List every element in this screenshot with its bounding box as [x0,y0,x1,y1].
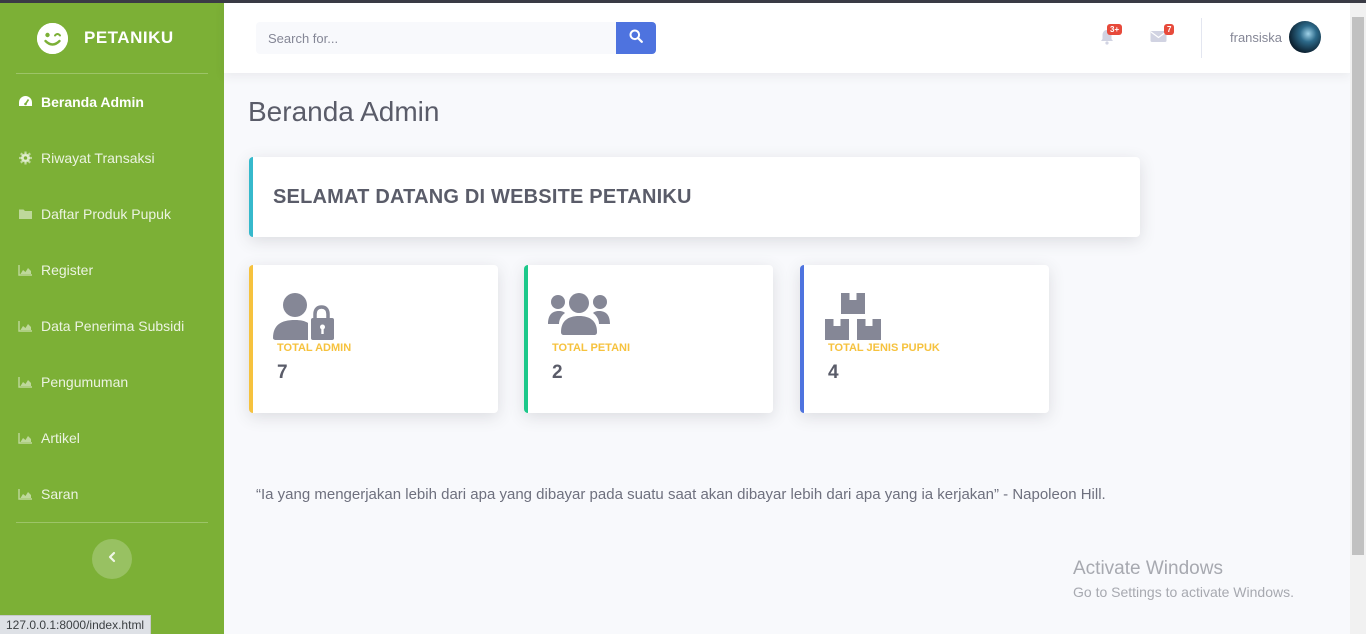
sidebar: PETANIKU Beranda Admin Riwayat Transaksi… [0,3,224,634]
welcome-card: SELAMAT DATANG DI WEBSITE PETANIKU [249,157,1140,237]
page-title: Beranda Admin [248,96,440,127]
stat-value: 2 [552,362,563,383]
stat-label: TOTAL PETANI [552,342,631,354]
page-scrollbar[interactable] [1350,3,1366,634]
sidebar-item-label: Register [41,262,94,278]
alerts-badge: 3+ [1107,24,1123,35]
sidebar-item-label: Pengumuman [41,374,129,390]
stat-card-total-admin: TOTAL ADMIN 7 [249,265,498,413]
stat-label: TOTAL ADMIN [277,342,352,354]
messages-badge: 7 [1164,24,1175,35]
sidebar-divider [16,522,208,523]
sidebar-item-data-penerima-subsidi[interactable]: Data Penerima Subsidi [0,298,224,354]
stat-label: TOTAL JENIS PUPUK [828,342,940,354]
chart-area-icon [18,375,33,389]
chart-area-icon [18,263,33,277]
stat-card-total-petani: TOTAL PETANI 2 [524,265,773,413]
folder-icon [18,207,33,221]
search-input[interactable] [256,22,616,54]
sidebar-item-label: Data Penerima Subsidi [41,318,185,334]
topbar: 3+ 7 fransiska [224,3,1350,73]
chart-area-icon [18,431,33,445]
sidebar-item-daftar-produk-pupuk[interactable]: Daftar Produk Pupuk [0,186,224,242]
sidebar-item-artikel[interactable]: Artikel [0,410,224,466]
sidebar-brand[interactable]: PETANIKU [0,3,224,73]
stat-card-total-jenis-pupuk: TOTAL JENIS PUPUK 4 [800,265,1049,413]
avatar[interactable] [1289,21,1321,53]
sidebar-toggle-button[interactable] [92,539,132,579]
window-top-border [0,0,1366,3]
stat-value: 7 [277,362,288,383]
topbar-divider [1201,18,1202,58]
activation-watermark-title: Activate Windows [1073,558,1223,579]
chart-area-icon [18,319,33,333]
sidebar-item-label: Artikel [41,430,80,446]
sidebar-item-label: Saran [41,486,79,502]
chart-area-icon [18,487,33,501]
search-form [256,22,656,54]
welcome-text: SELAMAT DATANG DI WEBSITE PETANIKU [273,185,692,208]
user-name[interactable]: fransiska [1230,30,1282,45]
search-icon [629,29,643,48]
sidebar-item-riwayat-transaksi[interactable]: Riwayat Transaksi [0,130,224,186]
sidebar-item-saran[interactable]: Saran [0,466,224,522]
activation-watermark-subtitle: Go to Settings to activate Windows. [1073,584,1294,600]
browser-status-url: 127.0.0.1:8000/index.html [0,615,152,634]
tachometer-icon [18,95,33,109]
sidebar-item-pengumuman[interactable]: Pengumuman [0,354,224,410]
chevron-left-icon [107,550,117,568]
sidebar-item-label: Beranda Admin [41,94,144,110]
scrollbar-thumb[interactable] [1352,17,1364,555]
user-lock-icon [273,292,335,347]
alerts-button[interactable]: 3+ [1100,24,1123,50]
sidebar-item-register[interactable]: Register [0,242,224,298]
users-icon [548,292,610,341]
smile-wink-icon [37,22,68,54]
sidebar-item-label: Daftar Produk Pupuk [41,206,171,222]
brand-name: PETANIKU [84,28,174,47]
cog-icon [18,151,33,165]
stat-value: 4 [828,362,839,383]
boxes-icon [824,292,882,347]
messages-button[interactable]: 7 [1150,24,1175,48]
quote-text: “Ia yang mengerjakan lebih dari apa yang… [256,486,1106,503]
sidebar-item-label: Riwayat Transaksi [41,150,155,166]
search-button[interactable] [616,22,656,54]
sidebar-item-beranda-admin[interactable]: Beranda Admin [0,74,224,130]
